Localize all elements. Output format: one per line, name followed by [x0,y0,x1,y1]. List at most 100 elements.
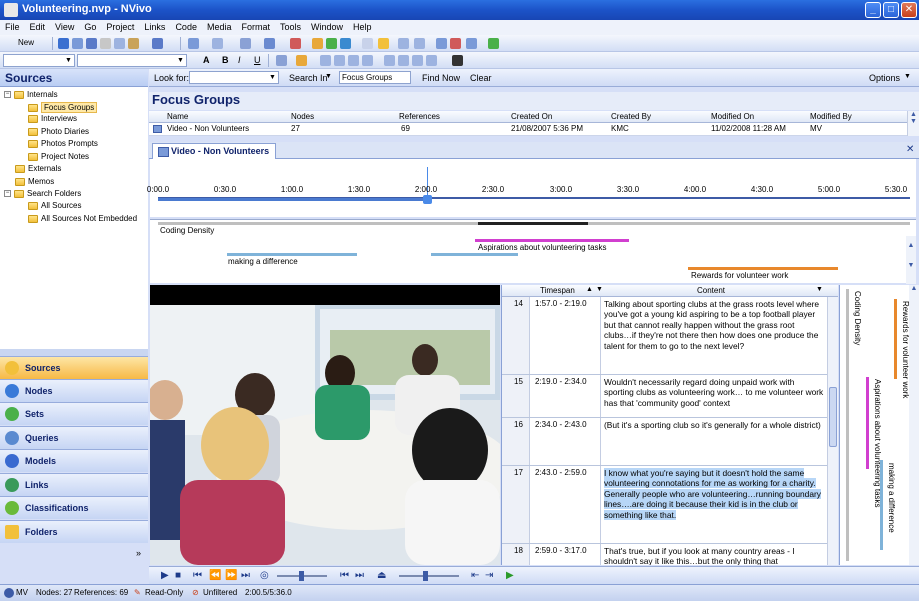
col-references[interactable]: References [399,112,440,121]
binoculars-icon[interactable] [452,55,463,66]
find-now-button[interactable]: Find Now [422,73,460,83]
close-button[interactable]: ✕ [901,2,917,18]
layout-icon[interactable] [240,38,251,49]
rewind-icon[interactable]: ⏪ [209,570,221,581]
filter-icon[interactable] [450,38,461,49]
table-row[interactable]: Video - Non Volunteers 27 69 21/08/2007 … [149,123,907,136]
menu-window[interactable]: Window [306,20,348,32]
style-combo[interactable]: ▼ [3,54,75,67]
nav-button-folders[interactable]: Folders [0,520,148,543]
menu-help[interactable]: Help [348,20,377,32]
playhead-handle[interactable] [423,195,432,204]
save-icon[interactable] [58,38,69,49]
zoom-icon[interactable] [264,38,275,49]
nav-button-models[interactable]: Models [0,449,148,472]
vstripe-aspirations[interactable] [866,377,869,469]
properties-icon[interactable] [72,38,83,49]
insert-row-icon[interactable]: ⇤ [471,570,479,581]
zoom-thumb[interactable] [423,571,428,581]
columns-icon[interactable] [466,38,477,49]
model-icon[interactable] [290,38,301,49]
clear-button[interactable]: Clear [470,73,492,83]
list-scrollbar[interactable]: ▲ ▼ [907,111,919,136]
menu-links[interactable]: Links [139,20,170,32]
skip-end-icon[interactable]: ⏭ [241,570,250,581]
options-dropdown-icon[interactable]: ▼ [904,73,911,80]
transcript-row-16[interactable]: 16 2:34.0 - 2:43.0 (But it's a sporting … [502,418,828,466]
search-in-field[interactable]: Focus Groups [339,71,411,84]
stripes-scrollbar[interactable]: ▲ ▼ [906,236,916,284]
undo-icon[interactable] [152,38,163,49]
filter-icon[interactable]: ▼ [596,286,603,293]
outdent-icon[interactable] [398,55,409,66]
stripes-icon[interactable] [362,38,373,49]
play-icon[interactable]: ▶ [161,570,169,581]
align-left-icon[interactable] [320,55,331,66]
stripe-rewards[interactable] [688,267,838,270]
row-content[interactable]: (But it's a sporting club so it's genera… [604,420,824,430]
bullets-icon[interactable] [412,55,423,66]
search-in-dropdown-icon[interactable]: ▼ [325,73,332,80]
col-nodes[interactable]: Nodes [291,112,314,121]
col-created-by[interactable]: Created By [611,112,651,121]
tree-item-project-notes[interactable]: Project Notes [28,152,89,161]
mode-icon[interactable]: ⏏ [377,570,386,581]
tree-item-all-sources[interactable]: All Sources [28,201,81,210]
find-icon[interactable] [398,38,409,49]
col-created-on[interactable]: Created On [511,112,552,121]
video-player[interactable] [150,285,500,565]
menu-edit[interactable]: Edit [25,20,51,32]
menu-project[interactable]: Project [101,20,139,32]
link-icon[interactable] [312,38,323,49]
maximize-button[interactable]: □ [883,2,899,18]
bold-icon[interactable]: B [222,55,229,65]
line-icon[interactable] [276,55,287,66]
font-color-icon[interactable]: A [203,55,210,65]
copy-icon[interactable] [114,38,125,49]
more-buttons-chevron-icon[interactable]: » [136,548,141,558]
sort-ascending-icon[interactable]: ▲ [586,286,593,293]
tree-item-photo-diaries[interactable]: Photo Diaries [28,127,89,136]
indent-icon[interactable] [384,55,395,66]
rate-icon[interactable]: ◎ [260,570,269,581]
font-combo[interactable]: ▼ [77,54,187,67]
search-in-button[interactable]: Search In [289,73,328,83]
zoom-slider[interactable] [399,575,459,577]
new-button[interactable]: New [18,38,34,47]
transcript-row-14[interactable]: 14 1:57.0 - 2:19.0 Talking about sportin… [502,297,828,375]
stop-icon[interactable]: ■ [175,570,181,581]
stripe-making-difference-2[interactable] [431,253,518,256]
stripe-aspirations[interactable] [475,239,629,242]
transcript-row-18[interactable]: 18 2:59.0 - 3:17.0 That's true, but if y… [502,544,828,565]
chart-icon[interactable] [488,38,499,49]
nav-button-queries[interactable]: Queries [0,426,148,449]
close-tab-icon[interactable]: ✕ [906,144,914,155]
menu-format[interactable]: Format [236,20,275,32]
italic-icon[interactable]: I [238,55,241,65]
transcript-row-17[interactable]: 17 2:43.0 - 2:59.0 I know what you're sa… [502,466,828,544]
row-content[interactable]: Wouldn't necessarily regard doing unpaid… [604,377,824,408]
vstripe-rewards[interactable] [894,299,897,379]
row-content[interactable]: Talking about sporting clubs at the gras… [604,299,824,351]
fill-icon[interactable] [296,55,307,66]
vstripe-making-difference[interactable] [880,460,883,550]
vstripes-scrollbar[interactable]: ▲ [909,285,919,565]
row-content-selected[interactable]: I know what you're saying but it doesn't… [604,468,824,520]
cut-icon[interactable] [100,38,111,49]
menu-code[interactable]: Code [170,20,202,32]
col-content[interactable]: Content [697,286,725,295]
grid-icon[interactable] [436,38,447,49]
tree-item-externals[interactable]: Externals [15,164,61,173]
transcript-scrollbar[interactable] [827,297,838,565]
nav-button-nodes[interactable]: Nodes [0,379,148,402]
align-center-icon[interactable] [334,55,345,66]
underline-icon[interactable]: U [254,55,261,65]
tree-item-internals[interactable]: − Internals [4,90,58,99]
nav-splitter[interactable] [0,349,148,356]
tree-item-all-sources-not-embedded[interactable]: All Sources Not Embedded [28,214,137,223]
tree-item-interviews[interactable]: Interviews [28,114,77,123]
menu-view[interactable]: View [50,20,79,32]
col-modified-by[interactable]: Modified By [810,112,852,121]
search-icon[interactable] [414,38,425,49]
col-timespan[interactable]: Timespan [540,286,575,295]
